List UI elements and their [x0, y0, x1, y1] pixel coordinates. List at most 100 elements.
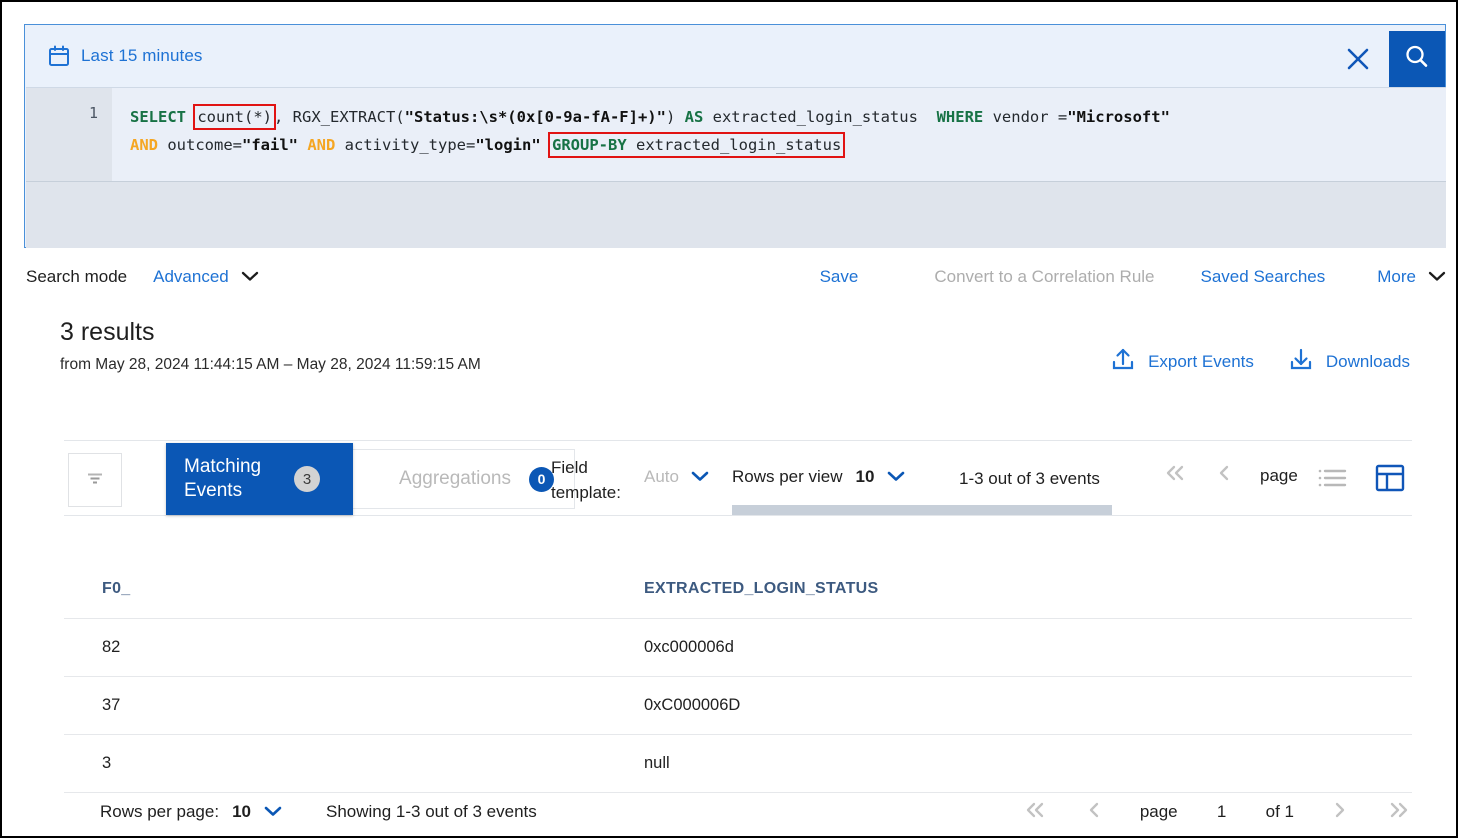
- results-toolbar: Aggregations 0 Matching Events 3 Field t…: [64, 440, 1412, 516]
- rows-per-view-chevron-down-icon: [887, 467, 905, 487]
- token-outcome-value: "fail": [242, 136, 298, 154]
- app-screenshot: Last 15 minutes 1 SELECT count(*) , RGX_…: [0, 0, 1458, 838]
- more-link[interactable]: More: [1377, 267, 1416, 287]
- download-icon: [1288, 346, 1314, 377]
- cell-status: 0xc000006d: [644, 618, 1412, 677]
- tab-matching-events-label: Matching Events: [184, 456, 262, 501]
- footer-page-label: page: [1139, 802, 1178, 821]
- footer-previous-page-icon[interactable]: [1086, 800, 1102, 825]
- results-count: 3 results: [60, 318, 155, 346]
- footer-last-page-icon[interactable]: [1386, 800, 1412, 825]
- results-actions: Export Events Downloads: [1110, 346, 1410, 377]
- token-as: AS: [684, 108, 704, 126]
- highlight-count-star: count(*): [193, 104, 276, 130]
- field-template-label: Field template:: [551, 458, 621, 502]
- toolbar-page-label: page: [1260, 465, 1298, 485]
- table-layout-icon[interactable]: [1374, 463, 1406, 498]
- footer-pagination: page 1 of 1: [1022, 800, 1412, 825]
- rows-per-page-control[interactable]: Rows per page: 10: [100, 802, 282, 822]
- cell-status: 0xC000006D: [644, 676, 1412, 735]
- editor-line-number: 1: [26, 88, 112, 181]
- cell-status: null: [644, 734, 1412, 793]
- token-group-by: GROUP-BY: [552, 136, 627, 154]
- footer-of-pages: of 1: [1265, 802, 1294, 821]
- footer-first-page-icon[interactable]: [1022, 800, 1048, 825]
- search-mode-row: Search mode Advanced Save Convert to a C…: [24, 260, 1446, 294]
- token-vendor: vendor =: [983, 108, 1068, 126]
- previous-page-icon[interactable]: [1216, 463, 1232, 488]
- search-mode-label: Search mode: [26, 267, 128, 286]
- calendar-icon: [47, 44, 71, 68]
- footer-page-number[interactable]: 1: [1216, 802, 1228, 822]
- save-link[interactable]: Save: [820, 267, 859, 287]
- token-outcome: outcome=: [158, 136, 242, 154]
- events-table: F0_ EXTRACTED_LOGIN_STATUS 82 0xc000006d…: [64, 558, 1412, 793]
- field-template-select[interactable]: Auto: [644, 467, 709, 487]
- cell-f0: 37: [64, 676, 644, 735]
- close-icon[interactable]: [1341, 42, 1375, 76]
- token-where: WHERE: [936, 108, 984, 126]
- saved-searches-link[interactable]: Saved Searches: [1201, 267, 1326, 287]
- cell-f0: 82: [64, 618, 644, 677]
- rows-per-page-label: Rows per page:: [100, 802, 220, 821]
- results-header: 3 results from May 28, 2024 11:44:15 AM …: [60, 318, 1410, 374]
- export-events-label: Export Events: [1148, 351, 1254, 371]
- table-head: F0_ EXTRACTED_LOGIN_STATUS: [64, 558, 1412, 619]
- results-table: F0_ EXTRACTED_LOGIN_STATUS 82 0xc000006d…: [64, 558, 1412, 793]
- editor-empty-area[interactable]: [26, 182, 1446, 248]
- token-vendor-value: "Microsoft": [1067, 108, 1170, 126]
- search-mode-actions: Save Convert to a Correlation Rule Saved…: [820, 267, 1446, 287]
- cell-f0: 3: [64, 734, 644, 793]
- table-row[interactable]: 37 0xC000006D: [64, 676, 1412, 735]
- rows-per-page-value: 10: [232, 802, 251, 821]
- token-select: SELECT: [130, 108, 186, 126]
- footer-next-page-icon[interactable]: [1332, 800, 1348, 825]
- table-footer: Rows per page: 10 Showing 1-3 out of 3 e…: [64, 790, 1412, 834]
- query-editor[interactable]: 1 SELECT count(*), RGX_EXTRACT("Status:\…: [26, 87, 1446, 248]
- toolbar-pagination: page: [1162, 463, 1300, 488]
- export-icon: [1110, 346, 1136, 377]
- token-regex-string: "Status:\s*(0x[0-9a-fA-F]+)": [404, 108, 666, 126]
- field-template-chevron-down-icon: [691, 467, 709, 487]
- filter-icon: [84, 467, 106, 494]
- search-icon: [1402, 42, 1432, 77]
- downloads-label: Downloads: [1325, 351, 1410, 371]
- search-panel: Last 15 minutes 1 SELECT count(*) , RGX_…: [24, 24, 1446, 248]
- table-row[interactable]: 82 0xc000006d: [64, 618, 1412, 677]
- time-range-label: Last 15 minutes: [81, 46, 203, 65]
- horizontal-scrollbar[interactable]: [732, 505, 1192, 515]
- table-body: 82 0xc000006d 37 0xC000006D 3 null: [64, 618, 1412, 793]
- filter-button[interactable]: [68, 453, 122, 507]
- table-header-row: F0_ EXTRACTED_LOGIN_STATUS: [64, 558, 1412, 619]
- more-chevron-down-icon[interactable]: [1428, 267, 1446, 287]
- downloads-button[interactable]: Downloads: [1288, 346, 1410, 377]
- token-group-by-field: extracted_login_status: [626, 136, 842, 154]
- list-icon[interactable]: [1316, 465, 1348, 496]
- column-header-extracted-login-status[interactable]: EXTRACTED_LOGIN_STATUS: [644, 558, 1412, 619]
- rows-per-view-control[interactable]: Rows per view 10: [732, 467, 905, 487]
- search-mode-value[interactable]: Advanced: [153, 267, 229, 287]
- column-header-f0[interactable]: F0_: [64, 558, 644, 619]
- convert-correlation-rule-link: Convert to a Correlation Rule: [934, 267, 1155, 286]
- token-and-2: AND: [307, 136, 336, 154]
- run-search-button[interactable]: [1389, 31, 1445, 87]
- query-text[interactable]: SELECT count(*), RGX_EXTRACT("Status:\s*…: [112, 88, 1446, 181]
- toolbar-view-icons: [1316, 463, 1406, 498]
- tab-matching-events-badge: 3: [294, 466, 320, 492]
- table-row[interactable]: 3 null: [64, 734, 1412, 793]
- token-activity-value: "login": [475, 136, 541, 154]
- chevron-down-icon[interactable]: [241, 267, 259, 287]
- token-rgx-extract: , RGX_EXTRACT(: [274, 108, 405, 126]
- first-page-icon[interactable]: [1162, 463, 1188, 488]
- time-range-picker[interactable]: Last 15 minutes: [47, 44, 203, 68]
- highlight-group-by: GROUP-BY extracted_login_status: [548, 132, 846, 158]
- scrollbar-thumb[interactable]: [732, 505, 1112, 515]
- token-activity-type: activity_type=: [335, 136, 476, 154]
- search-panel-header: Last 15 minutes: [25, 25, 1445, 87]
- query-code-area[interactable]: 1 SELECT count(*), RGX_EXTRACT("Status:\…: [26, 88, 1446, 182]
- rows-per-page-chevron-down-icon: [264, 802, 282, 822]
- tab-matching-events[interactable]: Matching Events 3: [166, 443, 353, 515]
- token-and-1: AND: [130, 136, 158, 154]
- export-events-button[interactable]: Export Events: [1110, 346, 1254, 377]
- token-close-paren: ): [665, 108, 685, 126]
